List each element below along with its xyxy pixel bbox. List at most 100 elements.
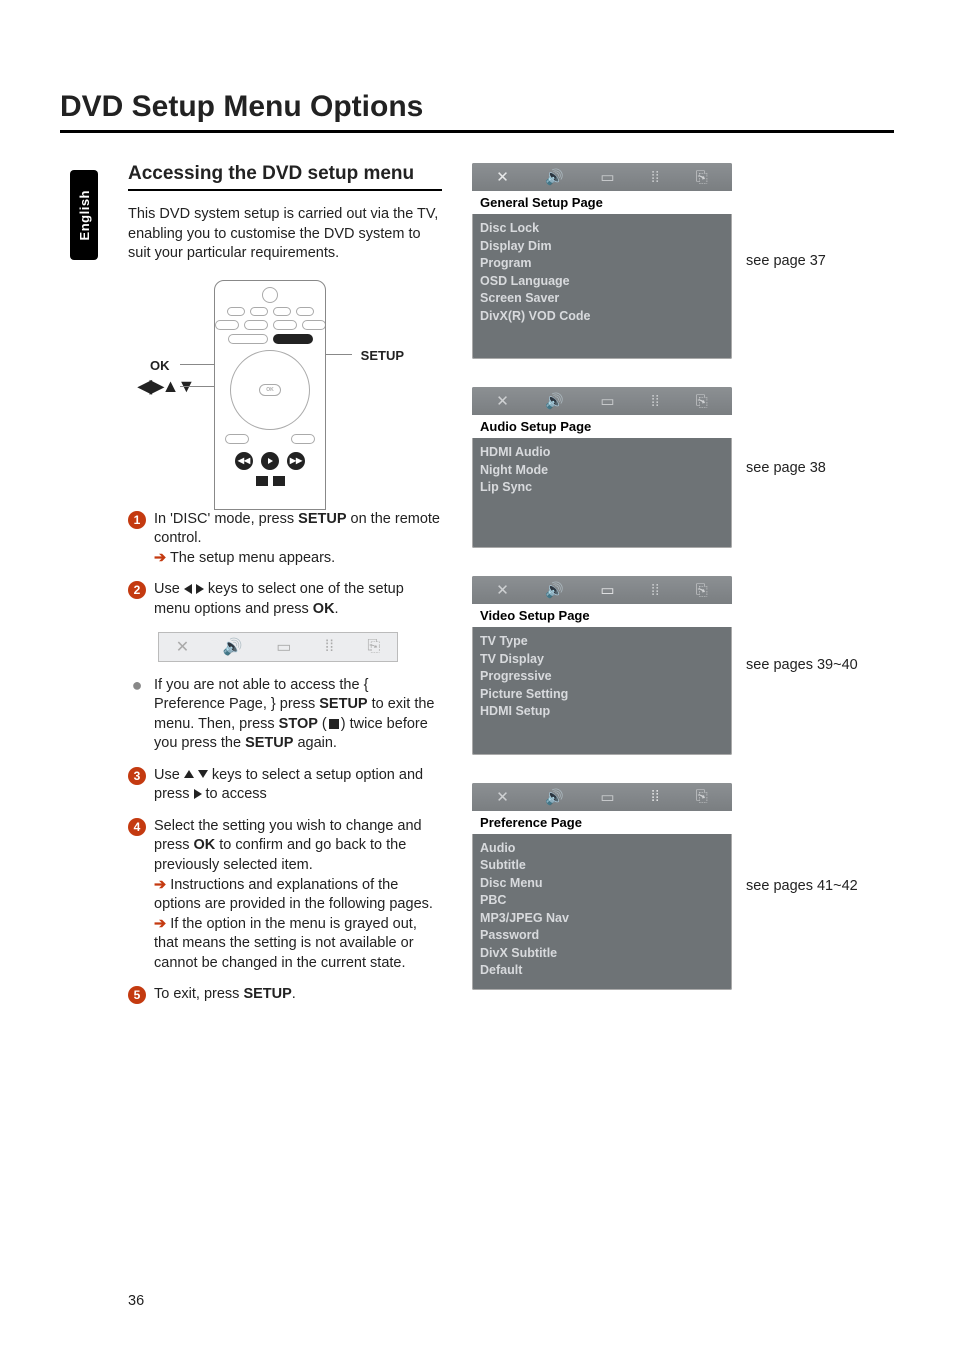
list-item: TV Type <box>480 633 724 651</box>
list-item: HDMI Audio <box>480 444 724 462</box>
panel-title: Preference Page <box>472 811 732 834</box>
step-text: In 'DISC' mode, press <box>154 511 298 527</box>
arrow-icon: ➔ <box>154 916 166 932</box>
panel-row-audio: ✕ 🔊 ▭ ⁞⁞ ⎘ Audio Setup Page HDMI Audio N… <box>472 387 894 548</box>
list-item: Subtitle <box>480 857 724 875</box>
page-reference: see pages 41~42 <box>746 878 858 894</box>
list-item: PBC <box>480 892 724 910</box>
step-2: 2 Use keys to select one of the setup me… <box>128 580 442 619</box>
list-item: Program <box>480 255 724 273</box>
page: DVD Setup Menu Options English Accessing… <box>0 0 954 1347</box>
list-item: Lip Sync <box>480 479 724 497</box>
step-3: 3 Use keys to select a setup option and … <box>128 766 442 805</box>
remote-ir-icon <box>262 287 278 303</box>
remote-play-icon <box>261 452 279 470</box>
step-sub: If the option in the menu is grayed out,… <box>154 916 417 971</box>
speaker-icon: 🔊 <box>545 581 564 599</box>
list-item: Display Dim <box>480 238 724 256</box>
speaker-icon: 🔊 <box>545 788 564 806</box>
right-column: ✕ 🔊 ▭ ⁞⁞ ⎘ General Setup Page Disc Lock … <box>472 163 894 1017</box>
list-item: MP3/JPEG Nav <box>480 910 724 928</box>
wrench-icon: ✕ <box>496 581 509 599</box>
arrow-icon: ➔ <box>154 877 166 893</box>
tv-icon: ▭ <box>600 581 614 599</box>
list-item: OSD Language <box>480 273 724 291</box>
page-reference: see pages 39~40 <box>746 657 858 673</box>
step-badge-4: 4 <box>128 818 146 836</box>
panel-row-preference: ✕ 🔊 ▭ ⁞⁞ ⎘ Preference Page Audio Subtitl… <box>472 783 894 990</box>
left-column: Accessing the DVD setup menu This DVD sy… <box>128 163 442 1017</box>
tv-icon: ▭ <box>276 637 291 657</box>
right-arrow-icon <box>196 584 204 594</box>
stop-icon <box>329 719 339 729</box>
remote-label-ok: OK <box>150 358 170 373</box>
tv-icon: ▭ <box>600 788 614 806</box>
bullet-icon: ● <box>128 676 146 694</box>
step-5: 5 To exit, press SETUP. <box>128 985 442 1005</box>
step-sub: Instructions and explanations of the opt… <box>154 877 433 913</box>
step-text: to access <box>202 786 267 802</box>
panel-row-general: ✕ 🔊 ▭ ⁞⁞ ⎘ General Setup Page Disc Lock … <box>472 163 894 359</box>
speaker-icon: 🔊 <box>223 637 243 657</box>
remote-ok-button: OK <box>259 384 281 396</box>
step-text: Use <box>154 767 184 783</box>
list-item: Default <box>480 962 724 980</box>
list-item: HDMI Setup <box>480 703 724 721</box>
leader-line <box>180 386 214 387</box>
intro-paragraph: This DVD system setup is carried out via… <box>128 205 442 264</box>
step-text: again. <box>293 735 337 751</box>
step-keyword: STOP <box>279 716 318 732</box>
step-text: To exit, press <box>154 986 243 1002</box>
remote-diagram: OK ◀▶▲▼ SETUP OK ◀◀ ▶▶ <box>128 280 408 510</box>
exit-icon: ⎘ <box>367 638 380 656</box>
wrench-icon: ✕ <box>496 392 509 410</box>
panel-tabs: ✕ 🔊 ▭ ⁞⁞ ⎘ <box>472 387 732 415</box>
tv-icon: ▭ <box>600 392 614 410</box>
sliders-icon: ⁞⁞ <box>651 788 659 805</box>
step-sub: The setup menu appears. <box>170 550 335 566</box>
remote-dpad: OK <box>230 350 310 430</box>
list-item: Picture Setting <box>480 686 724 704</box>
exit-icon: ⎘ <box>696 788 708 805</box>
list-item: Disc Lock <box>480 220 724 238</box>
exit-icon: ⎘ <box>696 582 708 599</box>
step-keyword: SETUP <box>298 511 346 527</box>
remote-body: OK ◀◀ ▶▶ <box>214 280 326 510</box>
sliders-icon: ⁞⁞ <box>325 638 334 656</box>
page-reference: see page 38 <box>746 460 826 476</box>
list-item: DivX Subtitle <box>480 945 724 963</box>
step-text: keys to select one of the setup menu opt… <box>154 581 404 617</box>
remote-label-setup: SETUP <box>361 348 404 363</box>
bullet-note: ● If you are not able to access the { Pr… <box>128 676 442 754</box>
tv-icon: ▭ <box>600 168 614 186</box>
wrench-icon: ✕ <box>496 788 509 806</box>
list-item: Progressive <box>480 668 724 686</box>
exit-icon: ⎘ <box>696 169 708 186</box>
main-title: DVD Setup Menu Options <box>60 90 894 124</box>
arrow-icon: ➔ <box>154 550 166 566</box>
panel-title: Video Setup Page <box>472 604 732 627</box>
step-4: 4 Select the setting you wish to change … <box>128 817 442 974</box>
remote-prev-icon: ◀◀ <box>235 452 253 470</box>
title-rule <box>60 130 894 133</box>
panel-general: ✕ 🔊 ▭ ⁞⁞ ⎘ General Setup Page Disc Lock … <box>472 163 732 359</box>
down-arrow-icon <box>198 770 208 778</box>
remote-setup-button <box>273 334 313 344</box>
step-text: . <box>335 601 339 617</box>
speaker-icon: 🔊 <box>545 168 564 186</box>
list-item: Audio <box>480 840 724 858</box>
panel-row-video: ✕ 🔊 ▭ ⁞⁞ ⎘ Video Setup Page TV Type TV D… <box>472 576 894 755</box>
up-arrow-icon <box>184 770 194 778</box>
wrench-icon: ✕ <box>176 637 189 657</box>
exit-icon: ⎘ <box>696 393 708 410</box>
language-tab-text: English <box>77 190 92 240</box>
list-item: Screen Saver <box>480 290 724 308</box>
right-arrow-icon <box>194 789 202 799</box>
page-reference: see page 37 <box>746 253 826 269</box>
list-item: TV Display <box>480 651 724 669</box>
panel-title: General Setup Page <box>472 191 732 214</box>
step-badge-3: 3 <box>128 767 146 785</box>
panel-tabs: ✕ 🔊 ▭ ⁞⁞ ⎘ <box>472 576 732 604</box>
left-arrow-icon <box>184 584 192 594</box>
list-item: Night Mode <box>480 462 724 480</box>
